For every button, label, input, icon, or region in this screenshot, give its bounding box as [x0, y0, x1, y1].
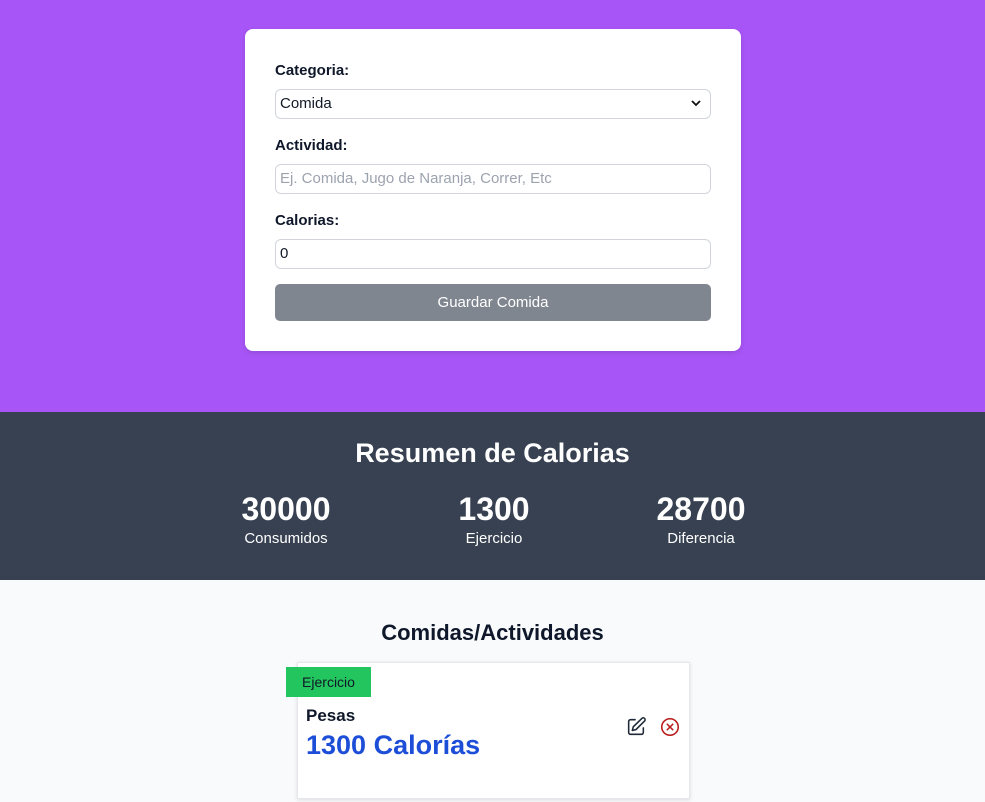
- calories-label: Calorias:: [275, 212, 340, 229]
- activities-title: Comidas/Actividades: [381, 620, 604, 645]
- stat-value: 28700: [656, 491, 746, 527]
- activity-calories: 1300 Calorías: [306, 730, 481, 760]
- activity-label: Actividad:: [275, 137, 348, 154]
- summary-title: Resumen de Calorias: [355, 438, 630, 468]
- stat-exercise: 1300 Ejercicio: [394, 490, 594, 547]
- category-select[interactable]: Comida: [275, 89, 711, 119]
- category-selected-value: Comida: [280, 95, 332, 112]
- activity-name: Pesas: [306, 706, 356, 725]
- edit-icon[interactable]: [624, 715, 648, 739]
- stat-label: Consumidos: [244, 530, 328, 547]
- category-label: Categoria:: [275, 62, 350, 79]
- chevron-down-icon: [690, 96, 702, 113]
- calories-input[interactable]: 0: [275, 239, 711, 269]
- stat-difference: 28700 Diferencia: [601, 490, 801, 547]
- stat-value: 30000: [241, 491, 331, 527]
- x-circle-icon[interactable]: [658, 715, 682, 739]
- form-section: Categoria: Comida Actividad: Ej. Comida,…: [0, 0, 985, 412]
- category-badge: Ejercicio: [286, 667, 371, 697]
- stat-label: Ejercicio: [465, 530, 523, 547]
- activity-form: Categoria: Comida Actividad: Ej. Comida,…: [245, 29, 741, 351]
- stat-consumed: 30000 Consumidos: [186, 490, 386, 547]
- calories-value: 0: [280, 245, 289, 262]
- activity-item: Ejercicio Pesas 1300 Calorías: [286, 662, 690, 799]
- activity-input[interactable]: Ej. Comida, Jugo de Naranja, Correr, Etc: [275, 164, 711, 194]
- save-button[interactable]: Guardar Comida: [275, 284, 711, 321]
- calorie-summary: Resumen de Calorias 30000 Consumidos 130…: [0, 412, 985, 580]
- stat-label: Diferencia: [667, 530, 735, 547]
- activity-placeholder: Ej. Comida, Jugo de Naranja, Correr, Etc: [280, 170, 552, 187]
- stat-value: 1300: [458, 491, 530, 527]
